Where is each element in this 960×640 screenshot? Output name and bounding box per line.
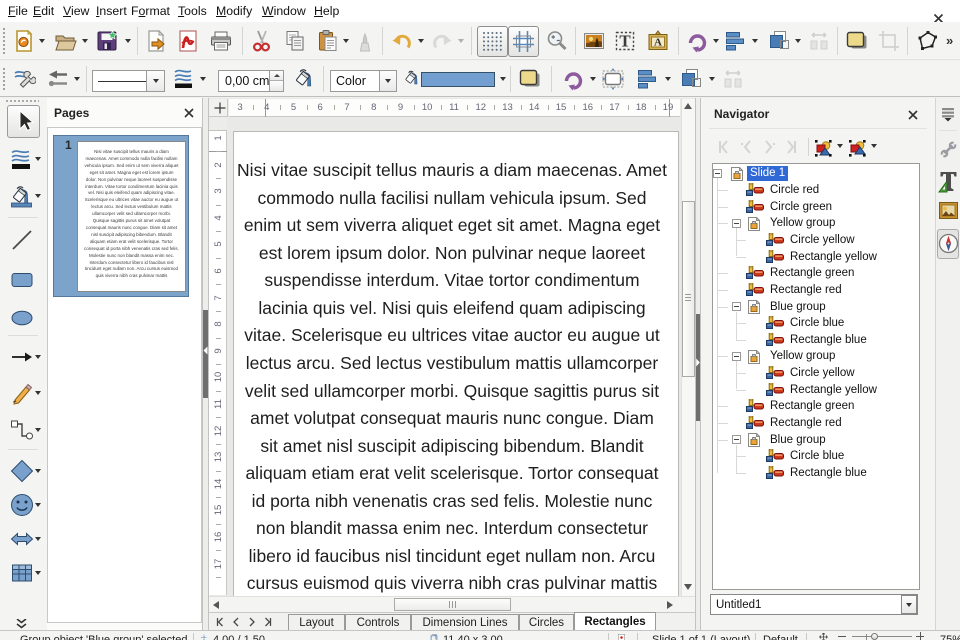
svg-text:T: T <box>619 32 631 51</box>
svg-text:A: A <box>654 37 662 49</box>
